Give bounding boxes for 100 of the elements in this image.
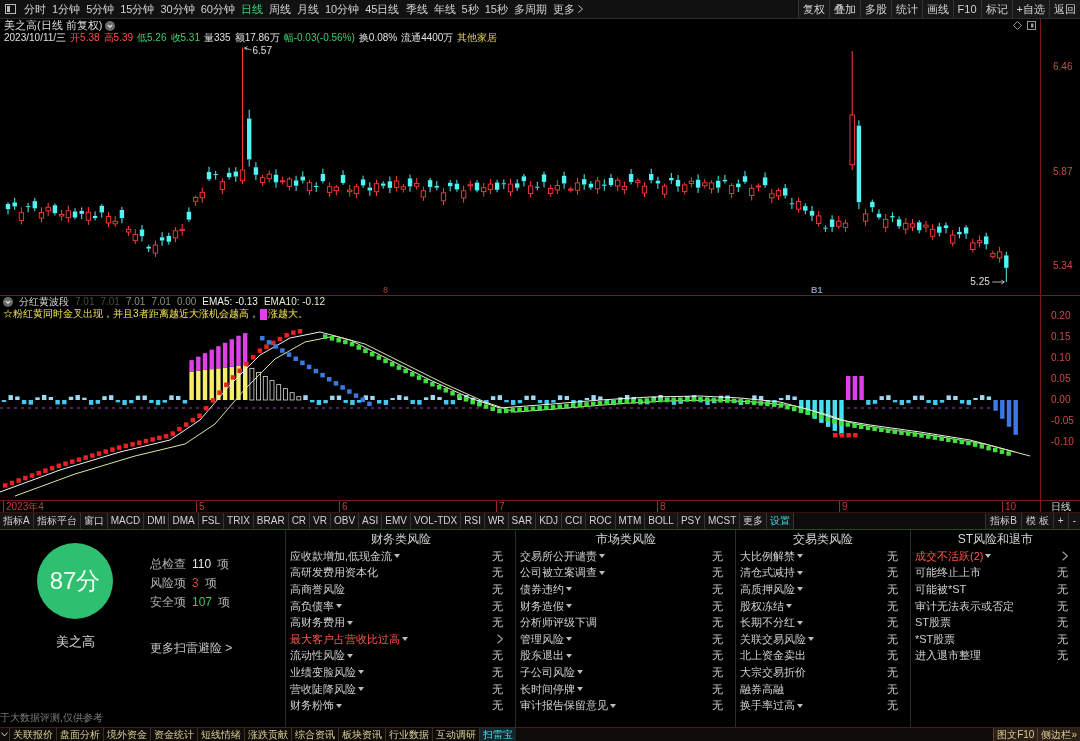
period-tab[interactable]: 分时 xyxy=(21,0,49,18)
period-tab[interactable]: 15分钟 xyxy=(117,0,158,18)
risk-row[interactable]: 关联交易风险 无 xyxy=(736,630,910,648)
indicator-tab[interactable]: EMV xyxy=(382,513,411,529)
risk-row[interactable]: ST股票 无 xyxy=(911,614,1080,631)
indicator-tab[interactable]: OBV xyxy=(331,513,360,529)
indicator-tab[interactable]: DMI xyxy=(144,513,170,529)
risk-row[interactable]: 融券高融 无 xyxy=(736,680,910,698)
indicator-tab[interactable]: 窗口 xyxy=(80,513,108,529)
risk-row[interactable]: 可能被*ST 无 xyxy=(911,581,1080,598)
indicator-tab[interactable]: SAR xyxy=(508,513,537,529)
risk-row[interactable]: 长期不分红 无 xyxy=(736,614,910,631)
status-tab[interactable]: 关联报价 xyxy=(9,728,56,741)
toolbar-button[interactable]: 复权 xyxy=(797,0,829,18)
indicator-tab[interactable]: ROC xyxy=(586,513,616,529)
risk-row[interactable]: *ST股票 无 xyxy=(911,630,1080,648)
risk-row[interactable]: 子公司风险 无 xyxy=(516,664,735,681)
toolbar-button[interactable]: 画线 xyxy=(921,0,953,18)
indicator-tab[interactable]: CCI xyxy=(562,513,587,529)
indicator-tab[interactable]: KDJ xyxy=(536,513,563,529)
toolbar-button[interactable]: 标记 xyxy=(980,0,1012,18)
status-tab[interactable]: 综合资讯 xyxy=(291,728,338,741)
risk-row[interactable]: 财务造假 无 xyxy=(516,597,735,615)
period-tab[interactable]: 周线 xyxy=(266,0,294,18)
status-tab[interactable]: 盘面分析 xyxy=(56,728,103,741)
status-tab[interactable]: 行业数据 xyxy=(385,728,432,741)
risk-row[interactable]: 应收款增加,低现金流 无 xyxy=(286,548,515,565)
risk-row[interactable]: 高财务费用 无 xyxy=(286,614,515,631)
risk-row[interactable]: 审计报告保留意见 无 xyxy=(516,697,735,714)
risk-row[interactable]: 股东退出 无 xyxy=(516,647,735,665)
indicator-tab[interactable]: MTM xyxy=(615,513,646,529)
panel-toggle-icon[interactable] xyxy=(5,4,16,14)
period-tab[interactable]: 季线 xyxy=(402,0,431,18)
risk-row[interactable]: 进入退市整理 无 xyxy=(911,647,1080,665)
indicator-tab[interactable]: MCST xyxy=(704,513,741,529)
toolbar-button[interactable]: 统计 xyxy=(890,0,922,18)
period-tab[interactable]: 30分钟 xyxy=(157,0,198,18)
status-tab[interactable]: 扫雷宝 xyxy=(479,728,516,741)
panel-button[interactable]: 指标B xyxy=(985,513,1022,529)
risk-row[interactable]: 大宗交易折价 无 xyxy=(736,664,910,681)
risk-row[interactable]: 大比例解禁 无 xyxy=(736,548,910,565)
status-tab[interactable]: 资金统计 xyxy=(150,728,197,741)
status-tab[interactable]: 涨跌贡献 xyxy=(244,728,291,741)
period-tab[interactable]: 1分钟 xyxy=(49,0,84,18)
chevron-down-icon[interactable] xyxy=(1,732,8,737)
toolbar-button[interactable]: 多股 xyxy=(859,0,891,18)
toolbar-button[interactable]: F10 xyxy=(952,0,981,18)
risk-row[interactable]: 管理风险 无 xyxy=(516,630,735,648)
status-tab[interactable]: 境外资金 xyxy=(103,728,150,741)
period-tab[interactable]: 5分钟 xyxy=(83,0,118,18)
status-tab[interactable]: 短线情绪 xyxy=(197,728,244,741)
indicator-tab[interactable]: VR xyxy=(310,513,331,529)
indicator-tab[interactable]: 指标平台 xyxy=(33,513,81,529)
risk-row[interactable]: 北上资金卖出 无 xyxy=(736,647,910,665)
risk-row[interactable]: 高负债率 无 xyxy=(286,597,515,615)
risk-row[interactable]: 分析师评级下调 无 xyxy=(516,614,735,631)
square-icon[interactable] xyxy=(1027,21,1036,30)
indicator-tab[interactable]: BOLL xyxy=(645,513,678,529)
toolbar-button[interactable]: +自选 xyxy=(1011,0,1049,18)
chevron-down-circle-icon[interactable] xyxy=(3,297,13,307)
risk-row[interactable]: 最大客户占营收比过高 xyxy=(286,630,515,648)
risk-row[interactable]: 流动性风险 无 xyxy=(286,647,515,665)
risk-row[interactable]: 公司被立案调查 无 xyxy=(516,564,735,582)
indicator-tab[interactable]: 设置 xyxy=(767,513,795,529)
more-scan-link[interactable]: 更多扫雷避险 > xyxy=(150,639,233,657)
risk-row[interactable]: 业绩变脸风险 无 xyxy=(286,664,515,681)
period-tab[interactable]: 多周期 xyxy=(510,0,550,18)
risk-row[interactable]: 长时间停牌 无 xyxy=(516,680,735,698)
indicator-tab[interactable]: PSY xyxy=(677,513,705,529)
indicator-tab[interactable]: ASI xyxy=(359,513,383,529)
indicator-tab[interactable]: CR xyxy=(288,513,311,529)
indicator-tab[interactable]: WR xyxy=(484,513,509,529)
side-button[interactable]: 图文F10 xyxy=(993,728,1038,741)
indicator-tab[interactable]: RSI xyxy=(461,513,485,529)
period-tab[interactable]: 年线 xyxy=(430,0,459,18)
risk-row[interactable]: 可能终止上市 无 xyxy=(911,564,1080,582)
period-tab[interactable]: 月线 xyxy=(294,0,322,18)
risk-row[interactable]: 高质押风险 无 xyxy=(736,581,910,598)
risk-row[interactable]: 换手率过高 无 xyxy=(736,697,910,714)
period-tab[interactable]: 5秒 xyxy=(458,0,482,18)
risk-row[interactable]: 债券违约 无 xyxy=(516,581,735,598)
period-tab[interactable]: 日线 xyxy=(238,0,266,18)
risk-row[interactable]: 清仓式减持 无 xyxy=(736,564,910,582)
risk-row[interactable]: 交易所公开谴责 无 xyxy=(516,548,735,565)
indicator-tab[interactable]: FSL xyxy=(198,513,225,529)
risk-row[interactable]: 审计无法表示或否定 无 xyxy=(911,597,1080,615)
risk-row[interactable]: 营收陡降风险 无 xyxy=(286,680,515,698)
risk-row[interactable]: 股权冻结 无 xyxy=(736,597,910,615)
chevron-down-circle-icon[interactable] xyxy=(105,20,116,31)
period-tab[interactable]: 10分钟 xyxy=(322,0,363,18)
panel-button[interactable]: 模 板 xyxy=(1021,513,1053,529)
toolbar-button[interactable]: 叠加 xyxy=(828,0,860,18)
indicator-tab[interactable]: 更多 xyxy=(740,513,768,529)
risk-row[interactable]: 财务粉饰 无 xyxy=(286,697,515,714)
risk-row[interactable]: 高研发费用资本化 无 xyxy=(286,564,515,582)
risk-row[interactable]: 高商誉风险 无 xyxy=(286,581,515,598)
period-tab[interactable]: 45日线 xyxy=(362,0,403,18)
indicator-tab[interactable]: VOL-TDX xyxy=(410,513,462,529)
indicator-tab[interactable]: MACD xyxy=(107,513,145,529)
diamond-icon[interactable] xyxy=(1013,21,1022,30)
